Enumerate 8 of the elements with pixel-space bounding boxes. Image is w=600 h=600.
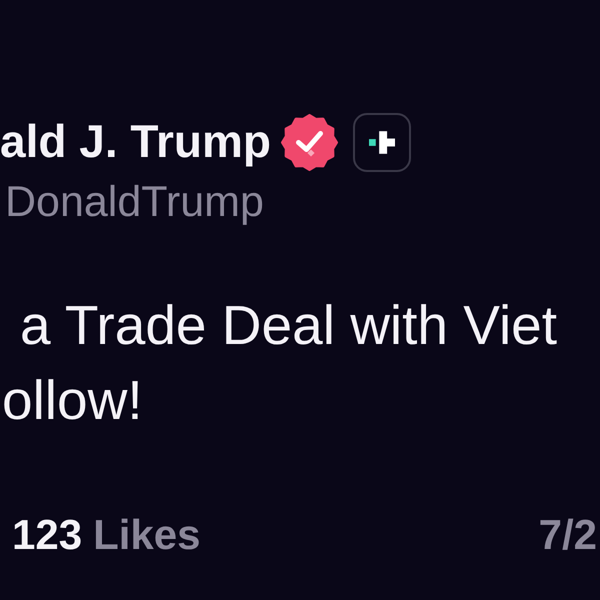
post-text-line: a Trade Deal with Viet [20,293,558,358]
post-date: 7/2 [538,514,597,556]
user-handle: DonaldTrump [4,181,265,224]
post-text-line: ollow! [2,368,143,433]
likes-label: Likes [93,514,200,556]
likes-count: 123 [12,514,82,556]
plus-icon [368,131,395,154]
plus-button[interactable] [352,113,411,172]
